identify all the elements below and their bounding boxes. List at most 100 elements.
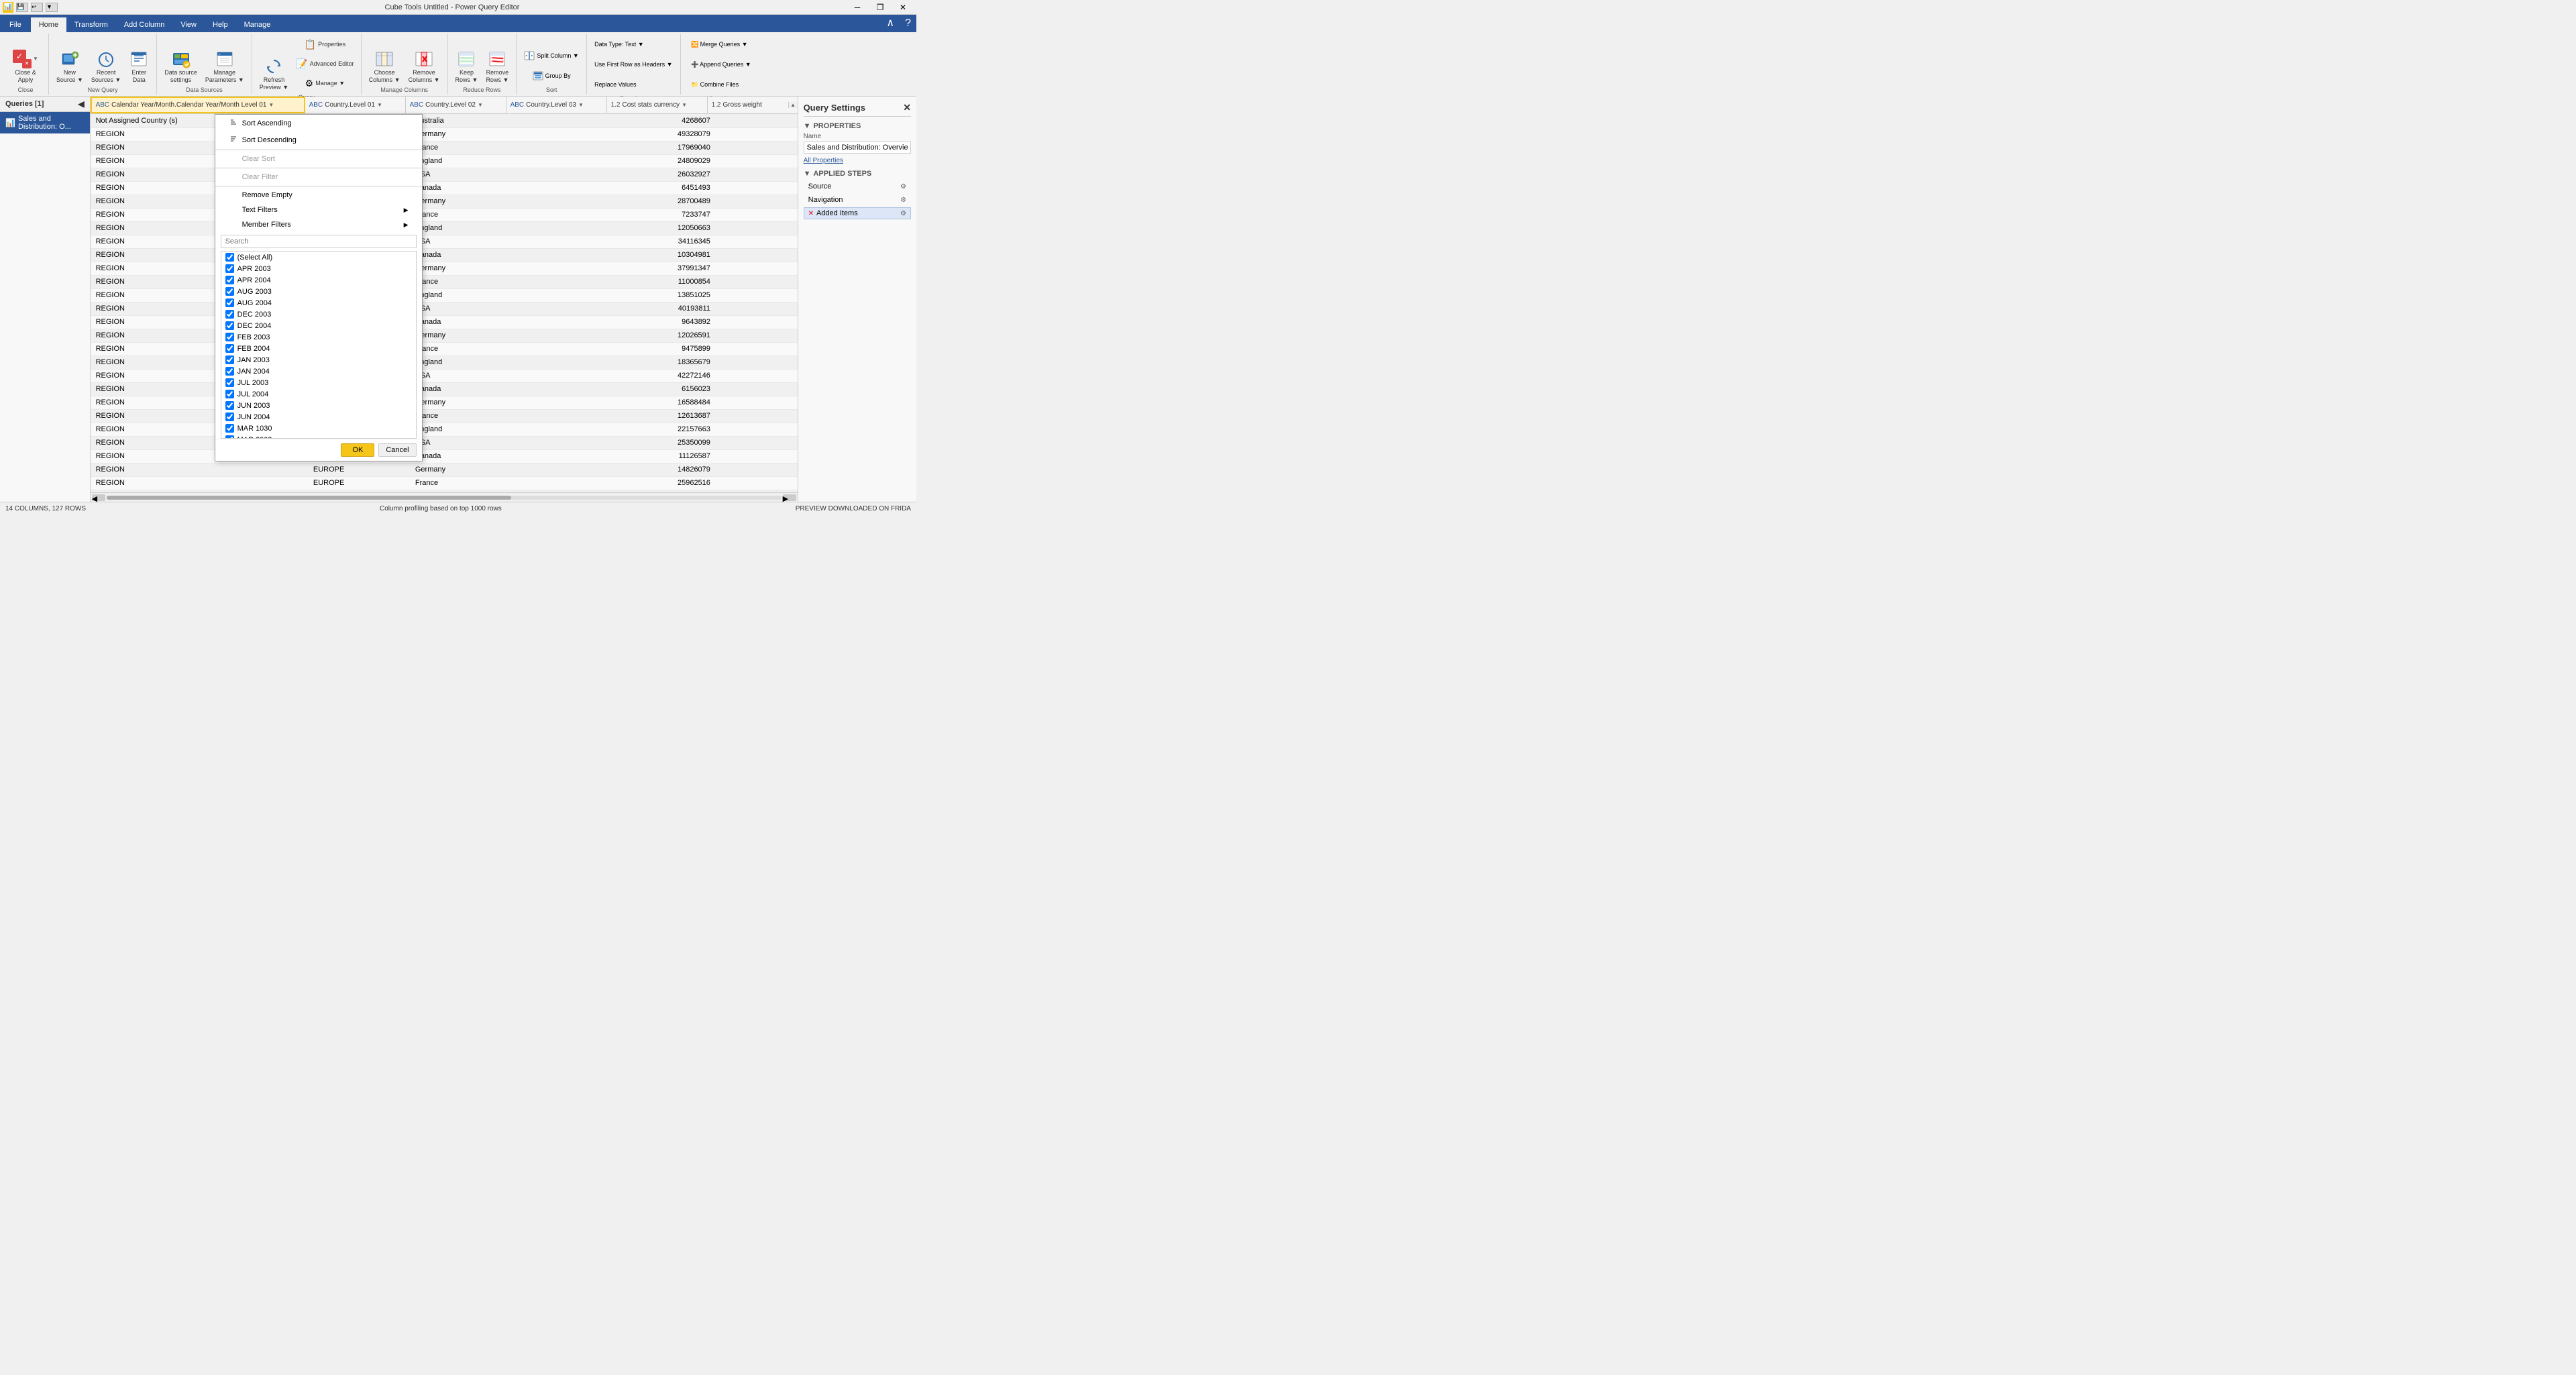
data-source-settings-button[interactable]: Data sourcesettings <box>161 48 201 85</box>
checkbox-item-jan-2003[interactable]: JAN 2003 <box>221 354 416 366</box>
step-gear-icon-navigation[interactable]: ⚙ <box>900 197 906 204</box>
table-row[interactable]: REGIONAMERICAUSA25350099 <box>91 436 798 449</box>
col-header-country-level-03[interactable]: ABC Country.Level 03 ▼ <box>506 97 607 113</box>
checkbox-item-jan-2004[interactable]: JAN 2004 <box>221 366 416 377</box>
checkbox-item-mar-1030[interactable]: MAR 1030 <box>221 423 416 434</box>
table-row[interactable]: REGIONEUROPEGermany12026591 <box>91 329 798 342</box>
step-gear-icon-added-items[interactable]: ⚙ <box>900 210 906 217</box>
member-filters-item[interactable]: Member Filters ▶ <box>215 217 422 232</box>
quick-access-undo[interactable]: ↩ <box>31 3 43 12</box>
table-row[interactable]: REGIONEUROPEFrance25962516 <box>91 476 798 490</box>
refresh-preview-button[interactable]: RefreshPreview ▼ <box>256 55 292 93</box>
checkbox-item-aug-2003[interactable]: AUG 2003 <box>221 286 416 297</box>
close-apply-button[interactable]: ✓ ✕ ▼ Close &Apply <box>7 48 44 85</box>
horizontal-scrollbar[interactable]: ◀ ▶ <box>91 492 798 502</box>
checkbox-item-aug-2004[interactable]: AUG 2004 <box>221 297 416 309</box>
properties-collapse-icon[interactable]: ▼ <box>804 122 811 130</box>
checkbox-item-jul-2003[interactable]: JUL 2003 <box>221 377 416 388</box>
col-header-cal-year-month-dropdown-icon[interactable]: ▼ <box>268 102 274 108</box>
sidebar-collapse-button[interactable]: ◀ <box>78 99 84 109</box>
step-gear-icon-source[interactable]: ⚙ <box>900 183 906 190</box>
table-row[interactable]: REGIONEUROPEFrance12613687 <box>91 409 798 423</box>
checkbox-aug-2004[interactable] <box>225 298 234 307</box>
step-item-navigation[interactable]: Navigation⚙ <box>804 194 911 206</box>
checkbox-feb-2004[interactable] <box>225 344 234 353</box>
remove-empty-item[interactable]: Remove Empty <box>215 188 422 203</box>
tab-file[interactable]: File <box>0 17 31 32</box>
table-row[interactable]: REGIONAMERICACanada10304981 <box>91 248 798 262</box>
cancel-button[interactable]: Cancel <box>378 443 416 457</box>
enter-data-button[interactable]: EnterData <box>125 48 152 85</box>
scroll-thumb[interactable] <box>107 496 512 500</box>
table-row[interactable]: REGIONEUROPEFrance17969040 <box>91 141 798 154</box>
checkbox-apr-2004[interactable] <box>225 276 234 284</box>
all-properties-link[interactable]: All Properties <box>804 157 843 164</box>
table-row[interactable]: REGIONEUROPEGermany28700489 <box>91 195 798 208</box>
checkbox-item-jun-2004[interactable]: JUN 2004 <box>221 411 416 423</box>
group-by-button[interactable]: Group By <box>521 66 582 85</box>
checkbox-jul-2003[interactable] <box>225 378 234 387</box>
advanced-editor-button[interactable]: 📝 Advanced Editor <box>293 54 356 73</box>
table-row[interactable]: REGIONAMERICAUSA26032927 <box>91 168 798 181</box>
scroll-left-button[interactable]: ◀ <box>92 494 105 501</box>
quick-access-save[interactable]: 💾 <box>16 3 28 12</box>
vertical-scrollbar[interactable]: ▲ <box>788 102 798 108</box>
checkbox-item-apr-2003[interactable]: APR 2003 <box>221 263 416 274</box>
table-row[interactable]: REGIONAMERICAUSA42272146 <box>91 369 798 382</box>
checkbox-item-jun-2003[interactable]: JUN 2003 <box>221 400 416 411</box>
tab-manage[interactable]: Manage <box>236 17 279 32</box>
checkbox-mar-1030[interactable] <box>225 424 234 433</box>
col-header-cost-stats[interactable]: 1.2 Cost stats currency ▼ <box>607 97 708 113</box>
manage-parameters-button[interactable]: P ManageParameters ▼ <box>202 48 248 85</box>
tab-home[interactable]: Home <box>31 17 66 32</box>
keep-rows-button[interactable]: KeepRows ▼ <box>452 48 482 85</box>
replace-values-button[interactable]: Replace Values <box>592 75 639 94</box>
checkbox-jan-2004[interactable] <box>225 367 234 376</box>
table-row[interactable]: REGIONEUROPEGermany16588484 <box>91 396 798 409</box>
table-row[interactable]: REGIONAMERICACanada6156023 <box>91 382 798 396</box>
step-delete-icon-added-items[interactable]: ✕ <box>808 210 814 217</box>
checkbox-apr-2003[interactable] <box>225 264 234 273</box>
name-input[interactable] <box>804 142 911 154</box>
col-header-gross-weight[interactable]: 1.2 Gross weight <box>708 97 788 113</box>
col-header-country-level-03-dropdown-icon[interactable]: ▼ <box>578 102 584 108</box>
checkbox-item-apr-2004[interactable]: APR 2004 <box>221 274 416 286</box>
table-row[interactable]: REGIONEUROPEEngland22157663 <box>91 423 798 436</box>
table-row[interactable]: REGIONEUROPEFrance9475899 <box>91 342 798 355</box>
tab-transform[interactable]: Transform <box>66 17 116 32</box>
manage-query-button[interactable]: ⚙ Manage ▼ <box>293 74 356 93</box>
checkbox-jun-2003[interactable] <box>225 401 234 410</box>
recent-sources-button[interactable]: RecentSources ▼ <box>88 48 124 85</box>
checkbox-item-dec-2004[interactable]: DEC 2004 <box>221 320 416 331</box>
table-row[interactable]: Not Assigned Country (s)Australia4268607 <box>91 114 798 127</box>
properties-button[interactable]: 📋 Properties <box>293 35 356 54</box>
checkbox-jan-2003[interactable] <box>225 355 234 364</box>
merge-queries-button[interactable]: 🔀 Merge Queries ▼ <box>688 35 751 54</box>
table-row[interactable]: REGIONAMERICACanada6451493 <box>91 181 798 195</box>
col-header-country-level-02-dropdown-icon[interactable]: ▼ <box>478 102 483 108</box>
data-type-button[interactable]: Data Type: Text ▼ <box>592 35 647 54</box>
table-row[interactable]: REGIONEUROPEEngland18365679 <box>91 355 798 369</box>
checkbox-item-dec-2003[interactable]: DEC 2003 <box>221 309 416 320</box>
filter-search-input[interactable] <box>221 235 417 248</box>
quick-access-more[interactable]: ▼ <box>46 3 58 12</box>
sort-ascending-item[interactable]: Sort Ascending <box>215 115 422 131</box>
col-header-cal-year-month[interactable]: ABC Calendar Year/Month.Calendar Year/Mo… <box>91 97 305 113</box>
table-row[interactable]: REGIONEUROPEEngland12050663 <box>91 221 798 235</box>
col-header-country-level-02[interactable]: ABC Country.Level 02 ▼ <box>406 97 506 113</box>
table-row[interactable]: REGIONAMERICACanada9643892 <box>91 315 798 329</box>
table-row[interactable]: REGIONEUROPEFrance11000854 <box>91 275 798 288</box>
step-item-source[interactable]: Source⚙ <box>804 180 911 192</box>
col-header-cost-stats-dropdown-icon[interactable]: ▼ <box>682 102 687 108</box>
checkbox-aug-2003[interactable] <box>225 287 234 296</box>
table-row[interactable]: REGIONAMERICAUSA40193811 <box>91 302 798 315</box>
table-row[interactable]: REGIONEUROPEGermany49328079 <box>91 127 798 141</box>
scroll-right-button[interactable]: ▶ <box>783 494 796 501</box>
append-queries-button[interactable]: ➕ Append Queries ▼ <box>688 55 754 74</box>
table-row[interactable]: REGIONEUROPEEngland24809029 <box>91 154 798 168</box>
col-header-country-level-01-dropdown-icon[interactable]: ▼ <box>377 102 382 108</box>
table-row[interactable]: REGIONEUROPEEngland19604233 <box>91 490 798 492</box>
help-icon[interactable]: ? <box>900 15 916 32</box>
close-button[interactable]: ✕ <box>892 0 914 15</box>
split-column-button[interactable]: Split Column ▼ <box>521 46 582 65</box>
